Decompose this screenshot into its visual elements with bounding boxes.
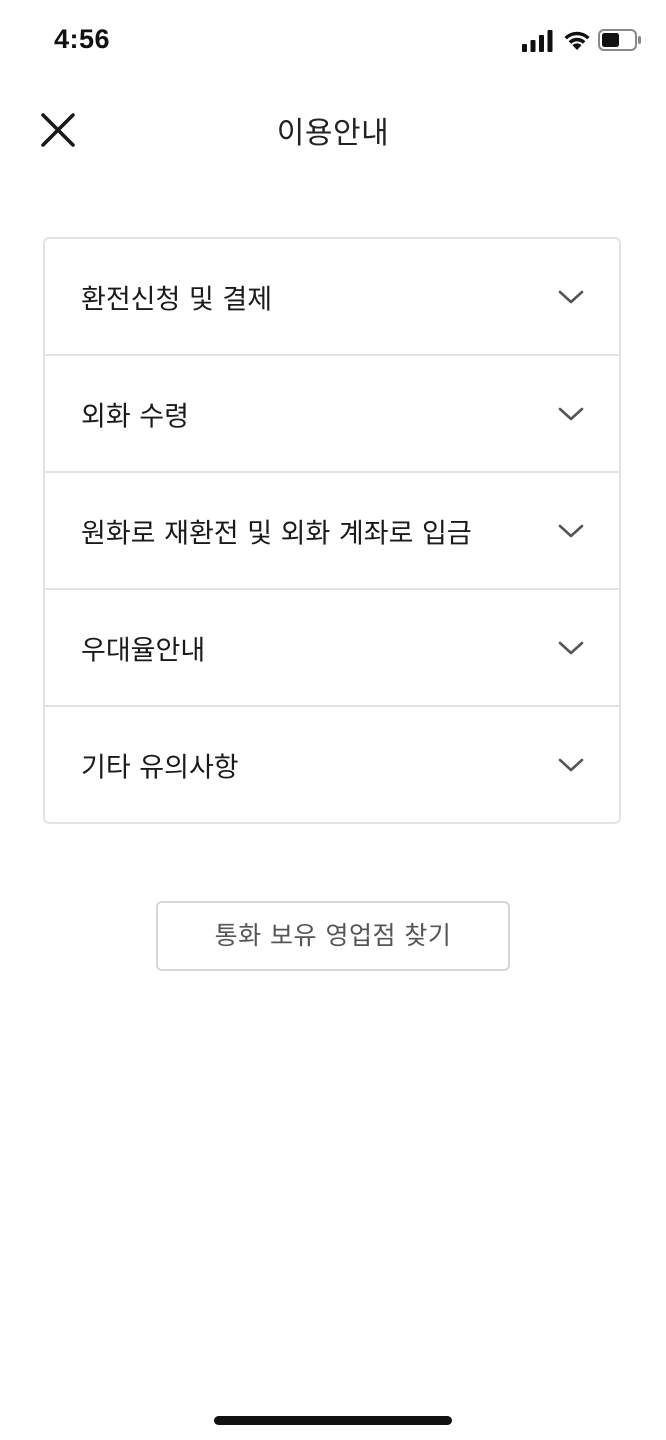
status-time: 4:56 <box>54 24 111 54</box>
wifi-icon <box>564 31 590 50</box>
accordion-item-label: 환전신청 및 결제 <box>81 284 273 315</box>
page-title: 이용안내 <box>276 116 390 151</box>
guide-accordion: 환전신청 및 결제 외화 수령 원화로 재환전 및 외화 계좌로 입금 우대율안… <box>43 237 621 824</box>
accordion-item-reexchange-deposit[interactable]: 원화로 재환전 및 외화 계좌로 입금 <box>45 473 619 590</box>
header: 이용안내 <box>0 90 666 166</box>
chevron-down-icon <box>557 756 585 774</box>
cellular-signal-icon <box>522 30 553 52</box>
accordion-item-exchange-application[interactable]: 환전신청 및 결제 <box>45 239 619 356</box>
status-icons <box>522 28 642 54</box>
accordion-item-label: 우대율안내 <box>81 635 206 666</box>
find-branch-button[interactable]: 통화 보유 영업점 찾기 <box>156 901 510 971</box>
accordion-item-other-notes[interactable]: 기타 유의사항 <box>45 707 619 822</box>
chevron-down-icon <box>557 522 585 540</box>
battery-icon <box>598 29 641 51</box>
chevron-down-icon <box>557 288 585 306</box>
accordion-item-currency-pickup[interactable]: 외화 수령 <box>45 356 619 473</box>
accordion-item-label: 원화로 재환전 및 외화 계좌로 입금 <box>81 518 472 549</box>
accordion-item-label: 외화 수령 <box>81 401 189 432</box>
home-indicator[interactable] <box>214 1416 452 1425</box>
accordion-item-label: 기타 유의사항 <box>81 752 239 783</box>
accordion-item-preferential-rate[interactable]: 우대율안내 <box>45 590 619 707</box>
chevron-down-icon <box>557 639 585 657</box>
chevron-down-icon <box>557 405 585 423</box>
status-bar: 4:56 <box>0 0 666 80</box>
